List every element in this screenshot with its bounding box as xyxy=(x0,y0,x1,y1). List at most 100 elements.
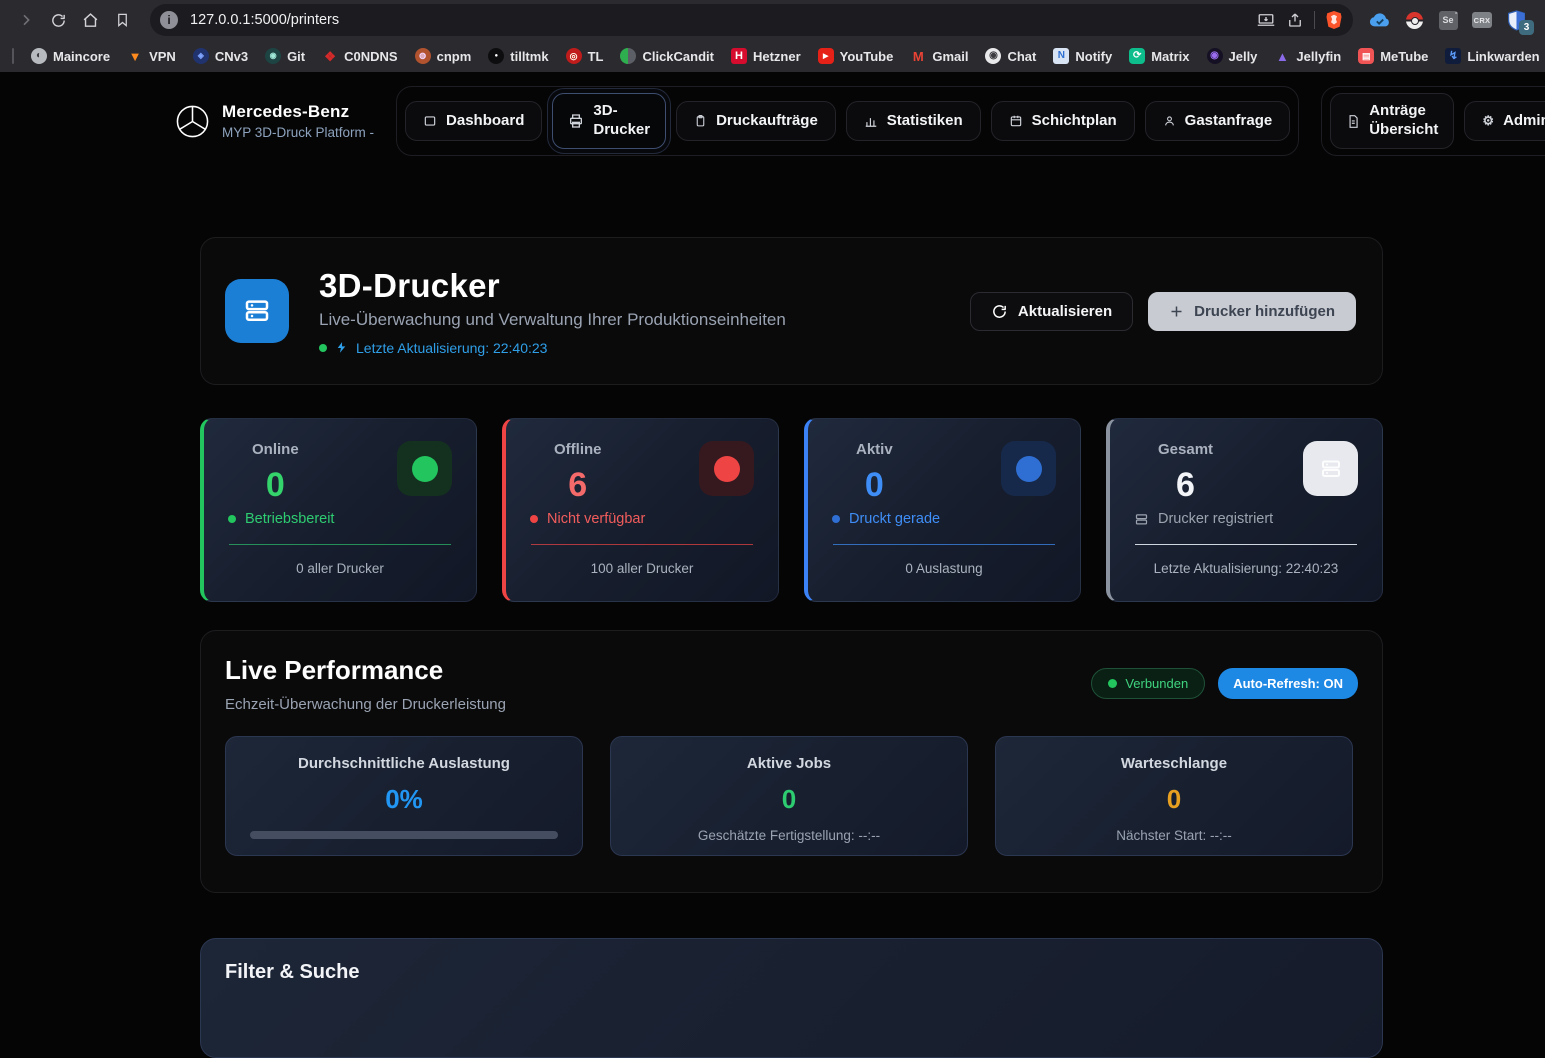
plus-icon xyxy=(1169,304,1184,319)
site-info-icon[interactable]: i xyxy=(160,11,178,29)
bar-chart-icon xyxy=(864,114,878,128)
crx-extension-button[interactable]: CRX xyxy=(1471,9,1493,31)
bookmark-label: Matrix xyxy=(1151,49,1189,64)
site-header: Mercedes-Benz MYP 3D-Druck Platform - Da… xyxy=(0,72,1545,170)
bookmark-label: tilltmk xyxy=(510,49,548,64)
bookmark-tl[interactable]: TL xyxy=(566,48,604,64)
nav-label: Statistiken xyxy=(887,112,963,131)
performance-subtitle: Echzeit-Überwachung der Druckerleistung xyxy=(225,696,506,713)
share-icon xyxy=(1286,11,1304,29)
bookmark-git[interactable]: Git xyxy=(265,48,305,64)
avg-utilization-card: Durchschnittliche Auslastung 0% xyxy=(225,736,583,856)
bookmarks-toggle-button[interactable] xyxy=(108,6,136,34)
performance-title: Live Performance xyxy=(225,655,506,686)
hero-card: 3D-Drucker Live-Überwachung und Verwaltu… xyxy=(200,237,1383,385)
filter-search-card: Filter & Suche xyxy=(200,938,1383,1058)
bookmark-linkwarden[interactable]: Linkwarden xyxy=(1445,48,1539,64)
active-status-icon xyxy=(1001,441,1056,496)
bookmark-notify[interactable]: Notify xyxy=(1053,48,1112,64)
mercedes-logo-icon xyxy=(176,105,209,138)
calendar-icon xyxy=(1009,114,1023,128)
bookmark-label: Linkwarden xyxy=(1467,49,1539,64)
nav-gastanfrage[interactable]: Gastanfrage xyxy=(1145,101,1291,142)
bookmark-cnpm[interactable]: cnpm xyxy=(415,48,472,64)
perf-card-value: 0% xyxy=(250,784,558,815)
stat-status-label: Nicht verfügbar xyxy=(547,511,645,527)
browser-chrome: i 127.0.0.1:5000/printers xyxy=(0,0,1545,72)
selenium-extension-button[interactable]: Se xyxy=(1437,9,1459,31)
perf-card-footer: Nächster Start: --:-- xyxy=(1020,828,1328,843)
send-to-device-icon xyxy=(1256,11,1276,29)
forward-button[interactable] xyxy=(12,6,40,34)
url-bar[interactable]: i 127.0.0.1:5000/printers xyxy=(150,4,1353,36)
nav-dashboard[interactable]: Dashboard xyxy=(405,101,542,142)
urlbar-divider xyxy=(1314,11,1315,29)
offline-status-icon xyxy=(699,441,754,496)
reload-button[interactable] xyxy=(44,6,72,34)
bookmark-label: VPN xyxy=(149,49,176,64)
stat-status-label: Drucker registriert xyxy=(1158,511,1273,527)
bookmark-gmail[interactable]: Gmail xyxy=(910,48,968,64)
stat-card-offline: Offline 6 Nicht verfügbar 100 aller Druc… xyxy=(502,418,779,602)
home-button[interactable] xyxy=(76,6,104,34)
person-icon xyxy=(1163,114,1176,128)
bookmark-hetzner[interactable]: Hetzner xyxy=(731,48,801,64)
shield-extension-button[interactable]: 3 xyxy=(1505,9,1527,31)
bookmark-label: Jelly xyxy=(1229,49,1258,64)
bookmark-label: Hetzner xyxy=(753,49,801,64)
nav-label: Administration xyxy=(1503,112,1545,131)
youtube-favicon xyxy=(818,48,834,64)
status-dot xyxy=(832,515,840,523)
crx-icon: CRX xyxy=(1472,12,1492,28)
perf-card-title: Warteschlange xyxy=(1020,755,1328,772)
nav-statistiken[interactable]: Statistiken xyxy=(846,101,981,142)
url-text: 127.0.0.1:5000/printers xyxy=(190,12,1256,28)
bookmark-cnv3[interactable]: CNv3 xyxy=(193,48,248,64)
nav-label: Schichtplan xyxy=(1032,112,1117,131)
nav-3d-drucker[interactable]: 3D-Drucker xyxy=(552,93,666,149)
git-favicon xyxy=(265,48,281,64)
extension-badge: 3 xyxy=(1519,20,1534,35)
bookmark-vpn[interactable]: VPN xyxy=(127,48,176,64)
printers-hero-icon xyxy=(225,279,289,343)
pokeball-extension-button[interactable] xyxy=(1403,9,1425,31)
bookmark-youtube[interactable]: YouTube xyxy=(818,48,894,64)
nav-druckauftraege[interactable]: Druckaufträge xyxy=(676,101,836,142)
linkwarden-favicon xyxy=(1445,48,1461,64)
reload-icon xyxy=(50,12,67,29)
share-button[interactable] xyxy=(1286,11,1304,29)
last-update-text: Letzte Aktualisierung: 22:40:23 xyxy=(356,340,547,356)
nav-schichtplan[interactable]: Schichtplan xyxy=(991,101,1135,142)
bookmark-label: Jellyfin xyxy=(1296,49,1341,64)
secondary-nav-group: Anträge Übersicht ⚙ Administration xyxy=(1321,86,1545,156)
perf-card-value: 0 xyxy=(1020,784,1328,815)
bookmark-label: TL xyxy=(588,49,604,64)
filter-search-title: Filter & Suche xyxy=(225,961,1358,984)
add-printer-button[interactable]: Drucker hinzufügen xyxy=(1148,292,1356,331)
perf-card-title: Aktive Jobs xyxy=(635,755,943,772)
bookmark-matrix[interactable]: Matrix xyxy=(1129,48,1189,64)
stat-footer: Letzte Aktualisierung: 22:40:23 xyxy=(1134,561,1358,576)
auto-refresh-toggle[interactable]: Auto-Refresh: ON xyxy=(1218,668,1358,699)
utilization-progress-bar xyxy=(250,831,558,839)
metube-favicon xyxy=(1358,48,1374,64)
bookmark-c0ndns[interactable]: C0NDNS xyxy=(322,48,397,64)
bookmark-tilltmk[interactable]: tilltmk xyxy=(488,48,548,64)
bookmark-jelly[interactable]: Jelly xyxy=(1207,48,1258,64)
cloud-extension-button[interactable] xyxy=(1369,9,1391,31)
jelly-favicon xyxy=(1207,48,1223,64)
nav-administration[interactable]: ⚙ Administration xyxy=(1464,101,1545,142)
nav-label: 3D-Drucker xyxy=(593,102,650,140)
brave-shields-button[interactable] xyxy=(1325,10,1343,30)
bookmark-metube[interactable]: MeTube xyxy=(1358,48,1428,64)
bookmark-label: YouTube xyxy=(840,49,894,64)
bookmark-chat[interactable]: Chat xyxy=(985,48,1036,64)
bookmark-maincore[interactable]: Maincore xyxy=(31,48,110,64)
bookmark-clickcandit[interactable]: ClickCandit xyxy=(620,48,714,64)
refresh-button[interactable]: Aktualisieren xyxy=(970,292,1133,331)
send-to-device-button[interactable] xyxy=(1256,11,1276,29)
bookmark-jellyfin[interactable]: Jellyfin xyxy=(1274,48,1341,64)
nav-antraege-uebersicht[interactable]: Anträge Übersicht xyxy=(1330,93,1454,149)
stat-divider xyxy=(1135,544,1357,545)
online-status-icon xyxy=(397,441,452,496)
